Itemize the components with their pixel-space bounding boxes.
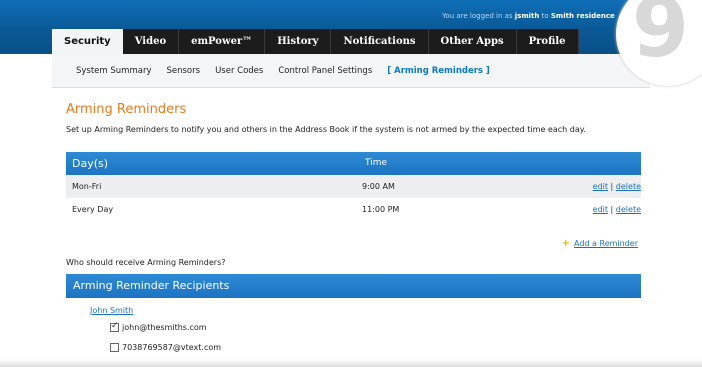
- recipient-label: john@thesmiths.com: [122, 323, 207, 332]
- table-row: Mon-Fri 9:00 AM edit | delete: [66, 175, 641, 198]
- subnav-system-summary[interactable]: System Summary: [76, 66, 151, 76]
- delete-link[interactable]: delete: [616, 182, 641, 191]
- tab-profile[interactable]: Profile: [516, 29, 579, 54]
- app-window: You are logged in as jsmith to Smith res…: [0, 0, 702, 367]
- login-to: to: [541, 12, 549, 20]
- tab-security[interactable]: Security: [52, 29, 123, 54]
- action-separator: |: [610, 182, 614, 191]
- column-header-days: Day(s): [72, 157, 109, 170]
- login-status: You are logged in as jsmith to Smith res…: [442, 11, 628, 20]
- recipient-item[interactable]: 7038769587@vtext.com: [110, 343, 221, 352]
- residence-name[interactable]: Smith residence: [551, 12, 615, 20]
- tab-other-apps[interactable]: Other Apps: [428, 29, 517, 54]
- recipient-checkbox[interactable]: [110, 343, 119, 352]
- recipients-header-label: Arming Reminder Recipients: [73, 279, 230, 292]
- main-tabs: Security Video emPower™ History Notifica…: [52, 29, 579, 54]
- row-actions: edit | delete: [593, 205, 641, 214]
- login-prefix: You are logged in as: [442, 12, 513, 20]
- recipient-checkbox[interactable]: [110, 321, 119, 332]
- main-content: Arming Reminders Set up Arming Reminders…: [52, 88, 650, 367]
- recipients-header: Arming Reminder Recipients: [66, 274, 641, 298]
- recipients-question: Who should receive Arming Reminders?: [66, 258, 226, 267]
- delete-link[interactable]: delete: [616, 205, 641, 214]
- table-row: Every Day 11:00 PM edit | delete: [66, 198, 641, 221]
- bottom-edge-fade: [0, 359, 702, 367]
- top-header: You are logged in as jsmith to Smith res…: [0, 0, 702, 54]
- tab-history[interactable]: History: [265, 29, 332, 54]
- reminders-table: Day(s) Time Mon-Fri 9:00 AM edit | delet…: [66, 152, 641, 221]
- tab-notifications[interactable]: Notifications: [331, 29, 429, 54]
- action-separator: |: [610, 205, 614, 214]
- recipient-item[interactable]: john@thesmiths.com: [110, 321, 207, 332]
- add-reminder-button[interactable]: + Add a Reminder: [561, 237, 638, 249]
- row-days: Mon-Fri: [72, 182, 102, 191]
- subnav-arming-reminders[interactable]: [ Arming Reminders ]: [387, 66, 490, 76]
- subnav-control-panel-settings[interactable]: Control Panel Settings: [278, 66, 372, 76]
- subnav-user-codes[interactable]: User Codes: [215, 66, 263, 76]
- subnav-sensors[interactable]: Sensors: [166, 66, 200, 76]
- edit-link[interactable]: edit: [593, 205, 608, 214]
- row-actions: edit | delete: [593, 182, 641, 191]
- column-header-time: Time: [365, 158, 388, 168]
- page-title: Arming Reminders: [66, 102, 187, 117]
- edit-link[interactable]: edit: [593, 182, 608, 191]
- contact-name-link[interactable]: John Smith: [90, 306, 133, 315]
- row-time: 9:00 AM: [362, 182, 395, 191]
- row-time: 11:00 PM: [362, 205, 400, 214]
- plus-icon: +: [561, 237, 571, 249]
- row-days: Every Day: [72, 205, 114, 214]
- tab-empower[interactable]: emPower™: [179, 29, 266, 54]
- recipient-label: 7038769587@vtext.com: [122, 343, 222, 352]
- tab-video[interactable]: Video: [122, 29, 180, 54]
- page-description: Set up Arming Reminders to notify you an…: [66, 125, 586, 134]
- security-subnav: System Summary Sensors User Codes Contro…: [52, 54, 650, 88]
- add-reminder-label[interactable]: Add a Reminder: [574, 239, 638, 248]
- step-number: 9: [632, 0, 690, 76]
- login-username: jsmith: [514, 12, 540, 20]
- reminders-table-header: Day(s) Time: [66, 152, 641, 175]
